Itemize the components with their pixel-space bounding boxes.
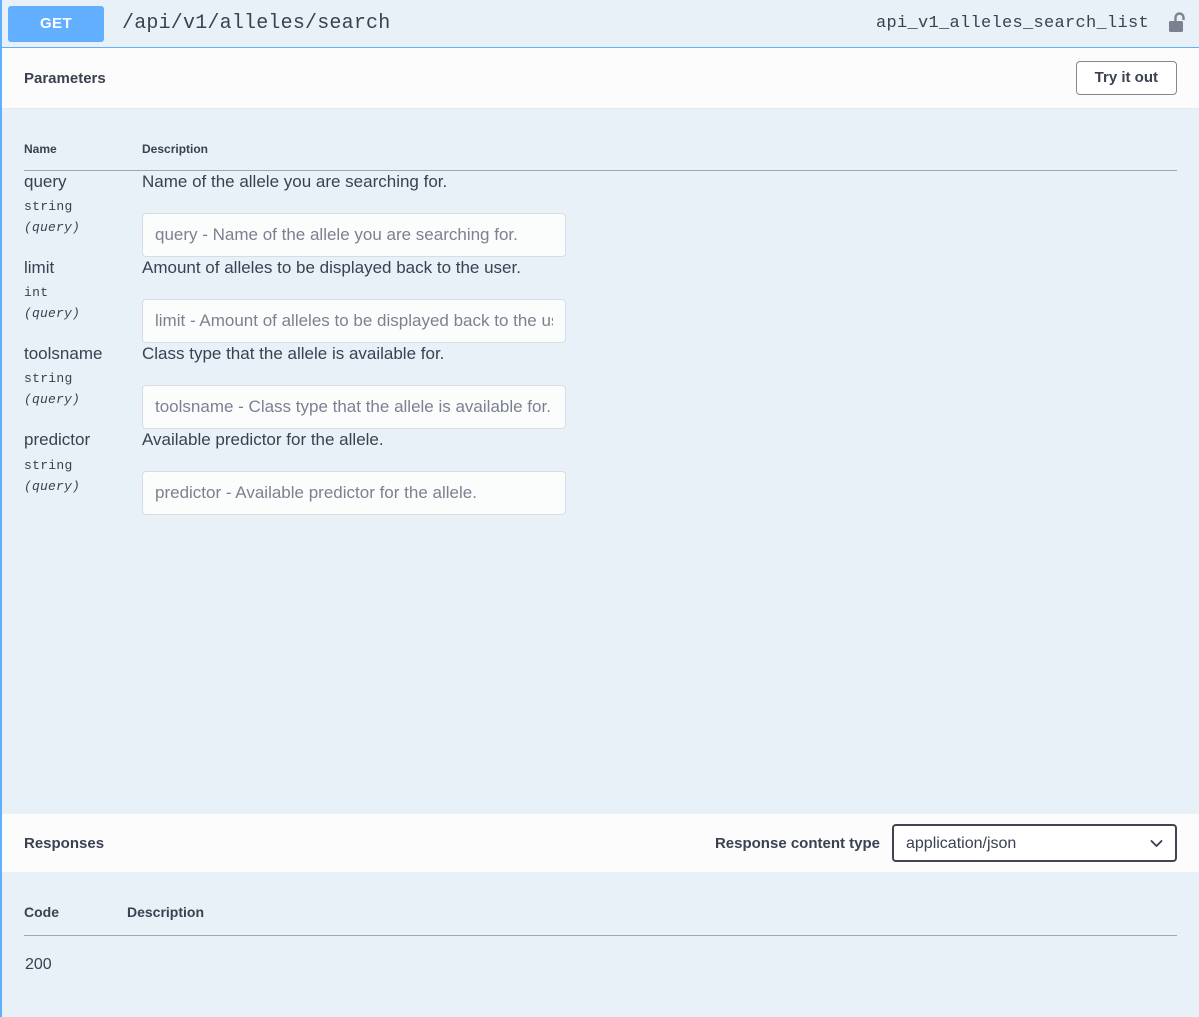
parameters-table-container: Name Description query string (query) Na…: [2, 109, 1199, 814]
parameter-input-predictor[interactable]: [142, 471, 566, 516]
response-status-code: 200: [25, 956, 52, 973]
responses-table-header-row: Code Description: [24, 872, 1177, 936]
responses-table-container: Code Description 200: [2, 872, 1199, 975]
parameter-name: predictor: [24, 430, 91, 450]
parameter-type: string: [24, 457, 73, 473]
parameter-name-cell: limit int (query): [24, 257, 142, 343]
operation-summary-header[interactable]: GET /api/v1/alleles/search api_v1_allele…: [2, 0, 1199, 48]
column-header-code: Code: [24, 872, 127, 936]
response-content-type-wrapper: application/json: [892, 824, 1177, 862]
parameter-description: Name of the allele you are searching for…: [142, 172, 448, 191]
parameter-description-cell: Available predictor for the allele.: [142, 429, 1177, 516]
operation-id: api_v1_alleles_search_list: [875, 14, 1149, 33]
column-header-description: Description: [142, 109, 1177, 171]
response-content-type-select[interactable]: application/json: [892, 824, 1177, 862]
responses-table: Code Description 200: [24, 872, 1177, 975]
table-row: toolsname string (query) Class type that…: [24, 343, 1177, 430]
parameters-title: Parameters: [24, 69, 106, 87]
column-header-response-description: Description: [127, 872, 1177, 936]
responses-title: Responses: [24, 834, 105, 852]
parameter-description-cell: Name of the allele you are searching for…: [142, 171, 1177, 258]
parameters-table-header-row: Name Description: [24, 109, 1177, 171]
parameters-table: Name Description query string (query) Na…: [24, 109, 1177, 516]
table-row: limit int (query) Amount of alleles to b…: [24, 257, 1177, 344]
parameter-name: limit: [24, 258, 55, 278]
parameter-description: Class type that the allele is available …: [142, 344, 445, 364]
parameter-input-query[interactable]: [142, 213, 566, 258]
table-row: query string (query) Name of the allele …: [24, 171, 1177, 258]
parameters-band: Parameters Try it out: [2, 48, 1199, 109]
response-content-type-label: Response content type: [714, 834, 880, 852]
try-it-out-button[interactable]: Try it out: [1075, 60, 1177, 96]
parameter-type: string: [24, 199, 73, 215]
parameter-location: (query): [24, 220, 81, 236]
http-method-badge: GET: [8, 5, 104, 42]
parameter-location: (query): [24, 478, 81, 494]
table-row: 200: [24, 936, 1177, 976]
parameter-description: Available predictor for the allele.: [142, 430, 384, 450]
parameter-name-cell: predictor string (query): [24, 429, 142, 515]
response-description: [127, 936, 1177, 976]
unlocked-padlock-icon[interactable]: [1167, 11, 1189, 37]
parameter-input-limit[interactable]: [142, 299, 566, 344]
parameter-name-cell: query string (query): [24, 171, 142, 258]
parameter-name: query: [24, 172, 67, 191]
parameter-location: (query): [24, 306, 81, 322]
column-header-name: Name: [24, 109, 142, 171]
parameter-name: toolsname: [24, 344, 103, 364]
endpoint-path: /api/v1/alleles/search: [122, 12, 391, 35]
parameter-input-toolsname[interactable]: [142, 385, 566, 430]
parameter-type: int: [24, 285, 49, 301]
parameter-description: Amount of alleles to be displayed back t…: [142, 258, 521, 278]
parameter-type: string: [24, 371, 73, 387]
table-row: predictor string (query) Available predi…: [24, 429, 1177, 516]
parameter-description-cell: Amount of alleles to be displayed back t…: [142, 257, 1177, 344]
operation-block: GET /api/v1/alleles/search api_v1_allele…: [0, 0, 1199, 1017]
parameter-description-cell: Class type that the allele is available …: [142, 343, 1177, 430]
parameter-name-cell: toolsname string (query): [24, 343, 142, 429]
responses-band: Responses Response content type applicat…: [2, 814, 1199, 872]
parameter-location: (query): [24, 392, 81, 408]
